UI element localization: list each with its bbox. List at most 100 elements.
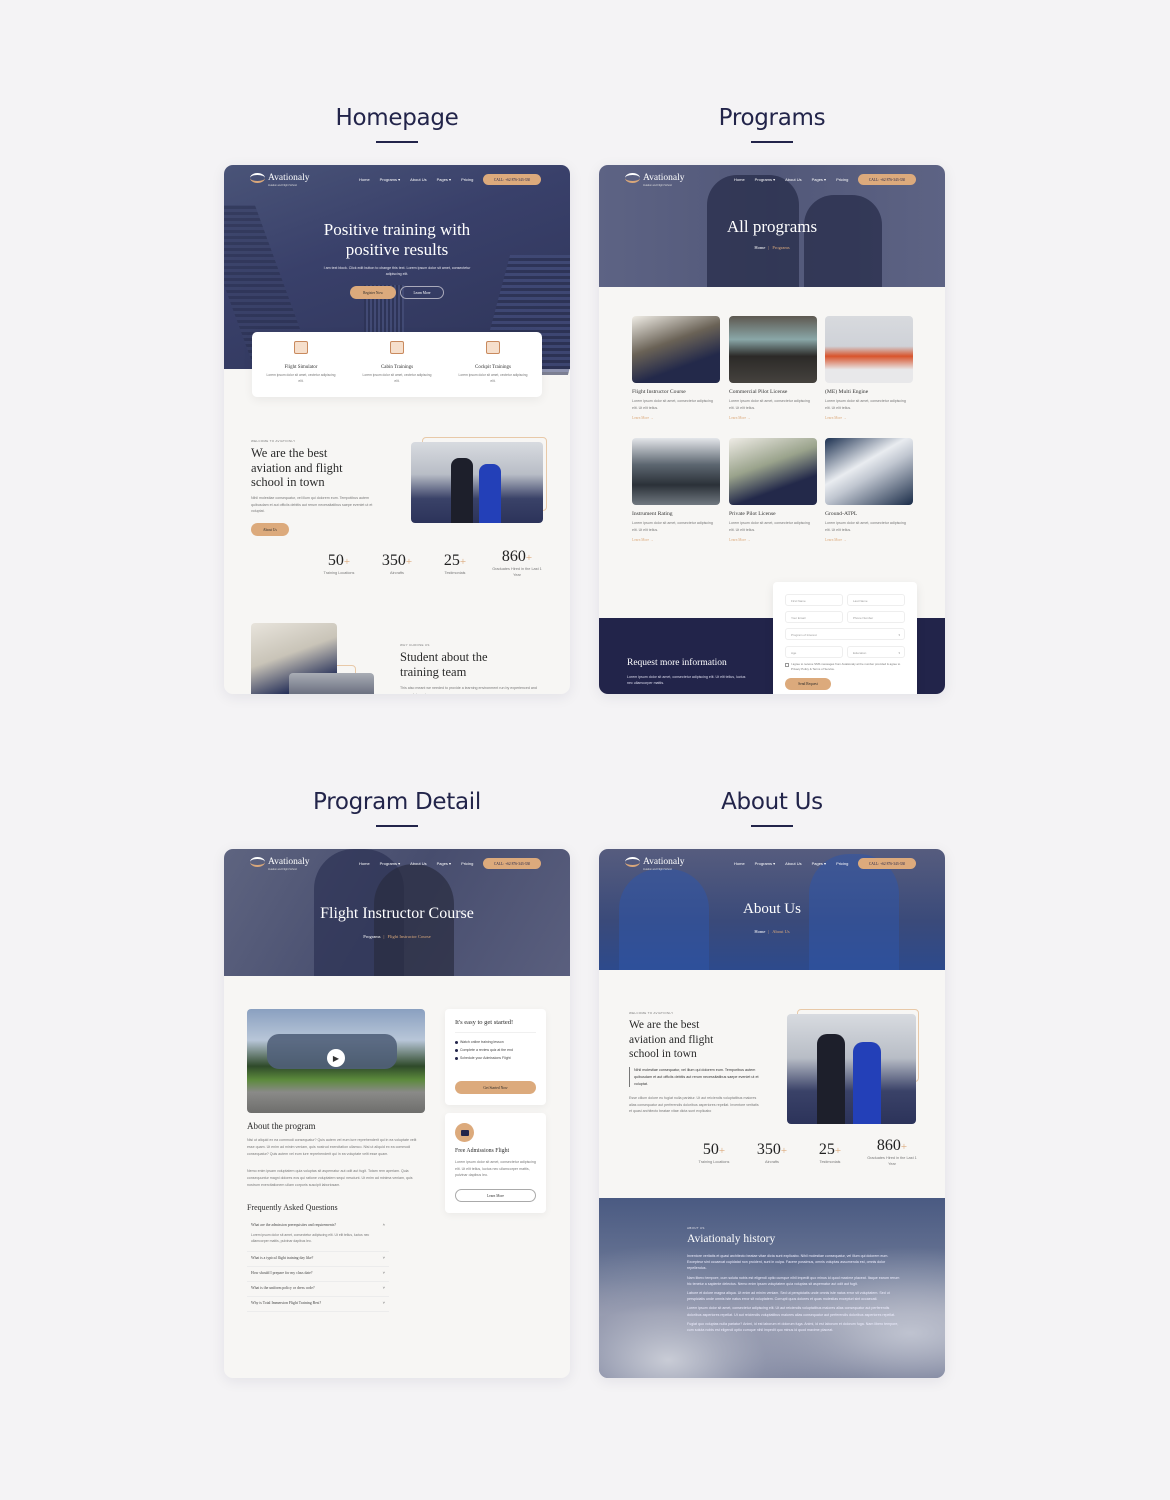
nav-item-programs[interactable]: Programs ▾ [755,861,775,866]
call-button[interactable]: CALL: +62 876-343-330 [858,858,916,869]
call-button[interactable]: CALL: +62 876-343-330 [483,858,541,869]
logo[interactable]: Avationaly Aviation and Flight School [625,857,685,871]
page-title: Flight Instructor Course [320,905,474,922]
nav-item-aboutus[interactable]: About Us [410,177,426,182]
nav-item-aboutus[interactable]: About Us [785,861,801,866]
education-select[interactable]: Education ▾ [847,646,905,658]
play-icon[interactable]: ▶ [327,1049,345,1067]
logo[interactable]: Avationaly Aviation and Flight School [250,857,310,871]
chevron-down-icon: ▾ [898,633,900,637]
program-image[interactable] [825,316,913,383]
pilot-figure [817,1034,845,1124]
chevron-down-icon[interactable]: ˅ [383,1255,385,1260]
chevron-down-icon[interactable]: ˅ [383,1285,385,1290]
learn-more-link[interactable]: Learn More → [729,416,751,420]
nav-item-pricing[interactable]: Pricing [461,177,473,182]
checklist-item: Complete a review quiz at the end [455,1048,513,1052]
nav-item-programs[interactable]: Programs ▾ [380,177,400,182]
program-image[interactable] [825,438,913,505]
stat-value: 350 [756,1141,781,1158]
welcome-label: WELCOME TO AVIATIONLY [251,439,296,443]
email-input[interactable]: Your Email [785,611,843,623]
breadcrumb-home[interactable]: Home [754,245,765,250]
first-name-input[interactable]: First Name [785,594,843,606]
nav-item-pricing[interactable]: Pricing [836,177,848,182]
logo[interactable]: Avationaly Aviation and Flight School [250,173,310,187]
breadcrumb-programs[interactable]: Programs [363,934,380,939]
hero-title: Positive training with positive results [224,220,570,260]
nav-item-aboutus[interactable]: About Us [410,861,426,866]
faq-item[interactable]: What is the uniform policy or dress code… [247,1282,389,1297]
chevron-up-icon[interactable]: ˄ [383,1222,385,1227]
call-button[interactable]: CALL: +62 876-343-330 [483,174,541,185]
nav-item-pricing[interactable]: Pricing [836,861,848,866]
register-button[interactable]: Register Now [350,286,396,299]
last-name-input[interactable]: Last Name [847,594,905,606]
nav-item-home[interactable]: Home [734,177,745,182]
logo[interactable]: Avationaly Aviation and Flight School [625,173,685,187]
chevron-down-icon[interactable]: ˅ [383,1270,385,1275]
divider [455,1032,536,1033]
program-select[interactable]: Program of Interest ▾ [785,628,905,640]
history-paragraph: Nam libero tempore, cum soluta nobis est… [687,1275,900,1286]
nav-item-programs[interactable]: Programs ▾ [755,177,775,182]
nav-item-pricing[interactable]: Pricing [461,861,473,866]
instructor-image [289,673,374,694]
faq-item[interactable]: What is a typical flight training day li… [247,1252,389,1267]
features-card: Flight Simulator Lorem ipsum dolor sit am… [252,332,542,397]
nav-item-home[interactable]: Home [359,861,370,866]
breadcrumb-home[interactable]: Home [754,929,765,934]
program-title[interactable]: Private Pilot License [729,511,776,517]
nav-item-programs[interactable]: Programs ▾ [380,861,400,866]
nav-item-home[interactable]: Home [359,177,370,182]
program-title[interactable]: Commercial Pilot License [729,389,787,395]
flight-simulator-icon [294,341,308,354]
program-title[interactable]: Ground-ATPL [825,511,857,517]
program-title[interactable]: Instrument Rating [632,511,673,517]
call-button[interactable]: CALL: +62 876-343-330 [858,174,916,185]
nav-item-home[interactable]: Home [734,861,745,866]
get-started-button[interactable]: Get Started Now [455,1081,536,1094]
consent-checkbox[interactable] [785,663,789,667]
why-text: This also meant we needed to provide a l… [400,686,537,694]
request-text: Lorem ipsum dolor sit amet, consectetur … [627,675,746,685]
nav-item-pages[interactable]: Pages ▾ [812,861,826,866]
learn-more-link[interactable]: Learn More → [632,416,654,420]
stat-label: Training Locations [323,571,355,575]
faq-title: Frequently Asked Questions [247,1203,338,1212]
program-image[interactable] [632,438,720,505]
history-paragraph: Fugiat quo voluptas nulla pariatur? Anim… [687,1321,899,1333]
send-request-button[interactable]: Send Request [785,678,831,690]
program-title[interactable]: (ME) Multi Engine [825,389,868,395]
section-title-programs: Programs [718,105,826,131]
nav-bar: Avationaly Aviation and Flight School Home… [599,849,945,877]
program-image[interactable] [632,316,720,383]
chevron-down-icon[interactable]: ˅ [383,1300,385,1305]
learn-more-link[interactable]: Learn More → [632,538,654,542]
plus-icon: + [900,1141,908,1153]
learn-more-button[interactable]: Learn More [455,1189,536,1202]
program-image[interactable] [729,316,817,383]
program-select-value: Program of Interest [791,633,817,637]
free-flight-card: Free Admissions Flight Lorem ipsum dolor… [445,1113,546,1213]
nav-item-pages[interactable]: Pages ▾ [437,177,451,182]
program-title[interactable]: Flight Instructor Course [632,389,686,395]
logo-tagline: Aviation and Flight School [268,184,297,187]
age-input[interactable]: Age [785,646,843,658]
learn-more-link[interactable]: Learn More → [729,538,751,542]
phone-input[interactable]: Phone Number [847,611,905,623]
learn-more-button[interactable]: Learn More [400,286,444,299]
logo-text: Avationaly [643,173,685,183]
logo-tagline: Aviation and Flight School [268,868,297,871]
program-image[interactable] [729,438,817,505]
faq-item[interactable]: Why is Total Immersion Flight Training B… [247,1297,389,1312]
learn-more-link[interactable]: Learn More → [825,416,847,420]
nav-item-pages[interactable]: Pages ▾ [437,861,451,866]
faq-item[interactable]: What are the admission prerequisites and… [247,1219,389,1252]
learn-more-link[interactable]: Learn More → [825,538,847,542]
faq-item[interactable]: How should I prepare for my class date? ˅ [247,1267,389,1282]
program-video[interactable]: ▶ [247,1009,425,1113]
about-us-button[interactable]: About Us [251,523,289,536]
nav-item-aboutus[interactable]: About Us [785,177,801,182]
nav-item-pages[interactable]: Pages ▾ [812,177,826,182]
